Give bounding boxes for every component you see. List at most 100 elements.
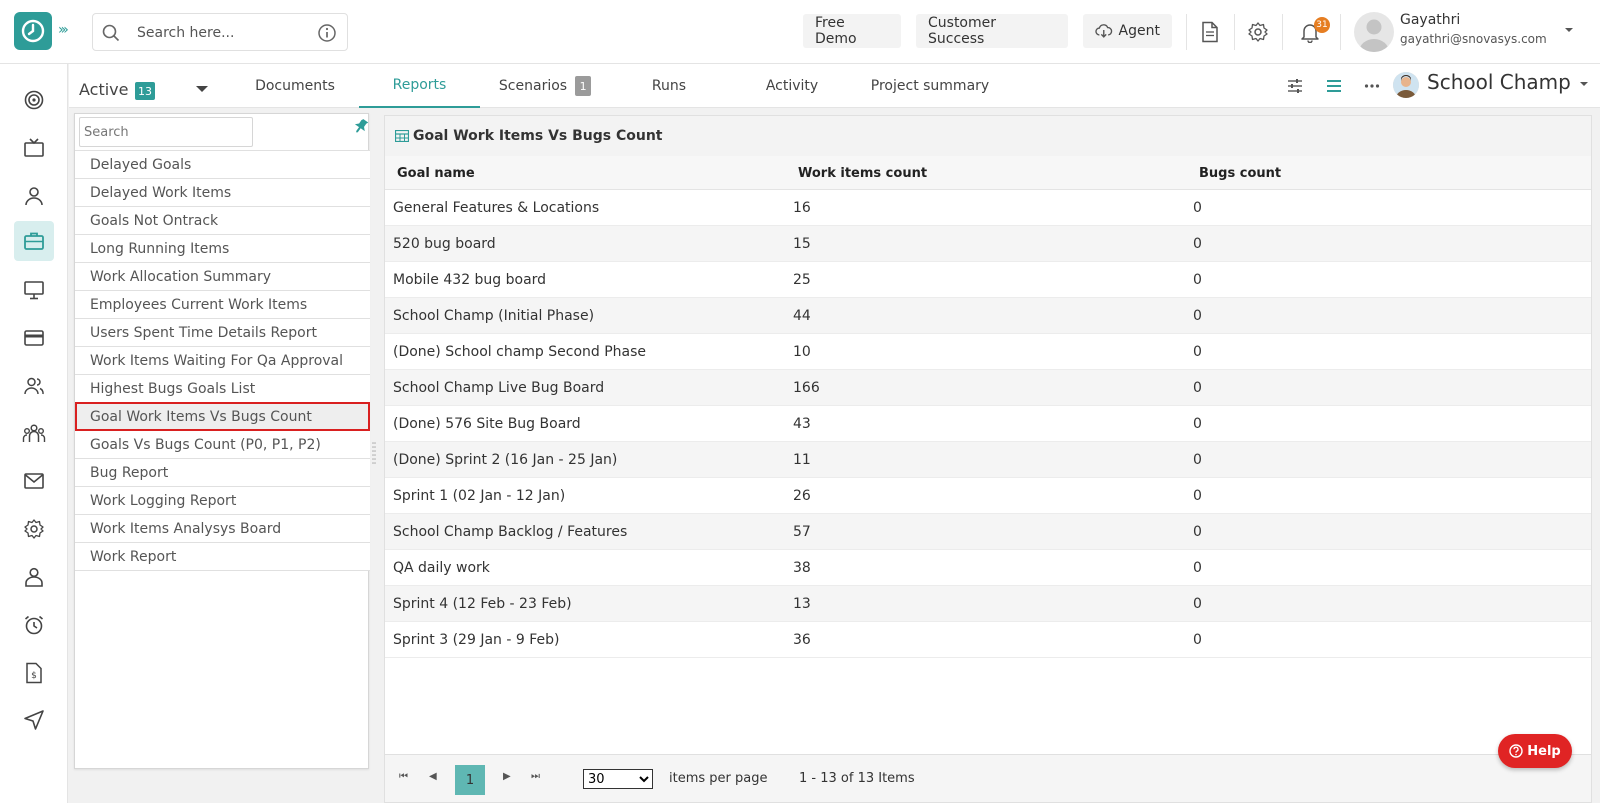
user-menu-caret-icon[interactable]: [1564, 26, 1574, 34]
search-icon: [102, 24, 120, 42]
agent-button[interactable]: Agent: [1083, 14, 1172, 48]
report-list-item[interactable]: Work Logging Report: [75, 486, 370, 515]
report-list-item[interactable]: Goals Vs Bugs Count (P0, P1, P2): [75, 430, 370, 459]
table-row[interactable]: School Champ Backlog / Features 57 0: [385, 514, 1591, 550]
report-list-item[interactable]: Users Spent Time Details Report: [75, 318, 370, 347]
column-header-bugs-count[interactable]: Bugs count: [1199, 166, 1281, 181]
column-header-work-items-count[interactable]: Work items count: [798, 166, 927, 181]
table-row[interactable]: QA daily work 38 0: [385, 550, 1591, 586]
report-list-item[interactable]: Work Items Analysys Board: [75, 514, 370, 543]
table-row[interactable]: (Done) School champ Second Phase 10 0: [385, 334, 1591, 370]
projects-briefcase-icon[interactable]: [14, 221, 54, 261]
table-row[interactable]: Sprint 4 (12 Feb - 23 Feb) 13 0: [385, 586, 1591, 622]
cell-work-items-count: 36: [793, 632, 811, 648]
report-list-item[interactable]: Bug Report: [75, 458, 370, 487]
svg-text:$: $: [31, 671, 37, 681]
scenarios-count-badge: 1: [575, 76, 592, 96]
dashboard-target-icon[interactable]: [14, 80, 54, 120]
top-bar: ››› Free Demo Customer Success Agent: [0, 0, 1600, 64]
list-view-icon[interactable]: [1322, 74, 1346, 98]
table-row[interactable]: 520 bug board 15 0: [385, 226, 1591, 262]
pager-info: 1 - 13 of 13 Items: [799, 771, 915, 786]
settings-gear-icon[interactable]: [1246, 20, 1270, 44]
cell-bugs-count: 0: [1193, 236, 1202, 252]
group-icon[interactable]: [14, 414, 54, 454]
report-list-item[interactable]: Delayed Work Items: [75, 178, 370, 207]
pin-icon[interactable]: [354, 118, 368, 134]
last-page-icon[interactable]: ⏭: [531, 771, 540, 782]
report-list-item[interactable]: Highest Bugs Goals List: [75, 374, 370, 403]
document-icon[interactable]: [1198, 20, 1222, 44]
table-row[interactable]: (Done) Sprint 2 (16 Jan - 25 Jan) 11 0: [385, 442, 1591, 478]
project-name[interactable]: School Champ: [1427, 70, 1571, 94]
mail-icon[interactable]: [14, 461, 54, 501]
page-size-select[interactable]: 30: [583, 769, 653, 789]
settings-icon[interactable]: [14, 509, 54, 549]
help-button[interactable]: Help: [1498, 734, 1572, 768]
filter-sliders-icon[interactable]: [1283, 74, 1307, 98]
tv-icon[interactable]: [14, 128, 54, 168]
report-search-input[interactable]: [79, 117, 253, 147]
tab-runs[interactable]: Runs: [609, 64, 729, 108]
cell-work-items-count: 15: [793, 236, 811, 252]
report-list-item[interactable]: Goals Not Ontrack: [75, 206, 370, 235]
customer-success-button[interactable]: Customer Success: [916, 14, 1068, 48]
report-list-item[interactable]: Long Running Items: [75, 234, 370, 263]
cell-bugs-count: 0: [1193, 416, 1202, 432]
next-page-icon[interactable]: ▶: [503, 771, 511, 782]
employee-badge-icon[interactable]: [14, 557, 54, 597]
table-row[interactable]: Mobile 432 bug board 25 0: [385, 262, 1591, 298]
cell-work-items-count: 43: [793, 416, 811, 432]
app-logo[interactable]: [14, 12, 52, 50]
active-filter-label[interactable]: Active: [79, 80, 129, 99]
tab-project-summary[interactable]: Project summary: [855, 64, 1005, 108]
invoice-icon[interactable]: $: [14, 653, 54, 693]
global-search: [92, 13, 348, 51]
tab-scenarios-label: Scenarios: [498, 78, 568, 94]
send-navigation-icon[interactable]: [14, 700, 54, 740]
report-list-item[interactable]: Delayed Goals: [75, 150, 370, 179]
cell-bugs-count: 0: [1193, 488, 1202, 504]
active-filter-caret-icon[interactable]: [195, 84, 209, 94]
panel-resize-handle[interactable]: [372, 440, 376, 470]
team-users-icon[interactable]: [14, 366, 54, 406]
cell-work-items-count: 38: [793, 560, 811, 576]
table-row[interactable]: Sprint 1 (02 Jan - 12 Jan) 26 0: [385, 478, 1591, 514]
report-list-item-selected[interactable]: Goal Work Items Vs Bugs Count: [75, 402, 370, 431]
current-page-button[interactable]: 1: [455, 765, 485, 795]
more-options-icon[interactable]: [1360, 74, 1384, 98]
previous-page-icon[interactable]: ◀: [429, 771, 437, 782]
user-profile-icon[interactable]: [14, 176, 54, 216]
report-list-item[interactable]: Employees Current Work Items: [75, 290, 370, 319]
report-list-item[interactable]: Work Items Waiting For Qa Approval: [75, 346, 370, 375]
divider: [1234, 14, 1235, 50]
table-row[interactable]: (Done) 576 Site Bug Board 43 0: [385, 406, 1591, 442]
payment-card-icon[interactable]: [14, 318, 54, 358]
expand-menu-icon[interactable]: ›››: [58, 22, 69, 38]
cell-goal-name: (Done) Sprint 2 (16 Jan - 25 Jan): [393, 452, 618, 468]
cell-goal-name: QA daily work: [393, 560, 490, 576]
report-list-item[interactable]: Work Report: [75, 542, 370, 571]
user-email: gayathri@snovasys.com: [1400, 32, 1547, 46]
user-avatar[interactable]: [1354, 12, 1394, 52]
tab-scenarios[interactable]: Scenarios 1: [483, 64, 607, 108]
info-icon[interactable]: [317, 23, 337, 43]
free-demo-button[interactable]: Free Demo: [803, 14, 901, 48]
project-tabs-bar: Active 13 Documents Reports Scenarios 1 …: [69, 64, 1600, 108]
table-row[interactable]: General Features & Locations 16 0: [385, 190, 1591, 226]
report-list: Delayed Goals Delayed Work Items Goals N…: [75, 150, 370, 571]
tab-activity[interactable]: Activity: [732, 64, 852, 108]
tab-documents[interactable]: Documents: [235, 64, 355, 108]
table-row[interactable]: Sprint 3 (29 Jan - 9 Feb) 36 0: [385, 622, 1591, 658]
global-search-input[interactable]: [137, 22, 307, 44]
tab-reports[interactable]: Reports: [359, 64, 480, 108]
column-header-goal-name[interactable]: Goal name: [397, 166, 475, 181]
alarm-clock-icon[interactable]: [14, 605, 54, 645]
table-row[interactable]: School Champ (Initial Phase) 44 0: [385, 298, 1591, 334]
project-switch-caret-icon[interactable]: [1579, 80, 1589, 88]
cell-goal-name: School Champ (Initial Phase): [393, 308, 595, 324]
monitor-icon[interactable]: [14, 270, 54, 310]
report-list-item[interactable]: Work Allocation Summary: [75, 262, 370, 291]
first-page-icon[interactable]: ⏮: [399, 771, 408, 782]
table-row[interactable]: School Champ Live Bug Board 166 0: [385, 370, 1591, 406]
